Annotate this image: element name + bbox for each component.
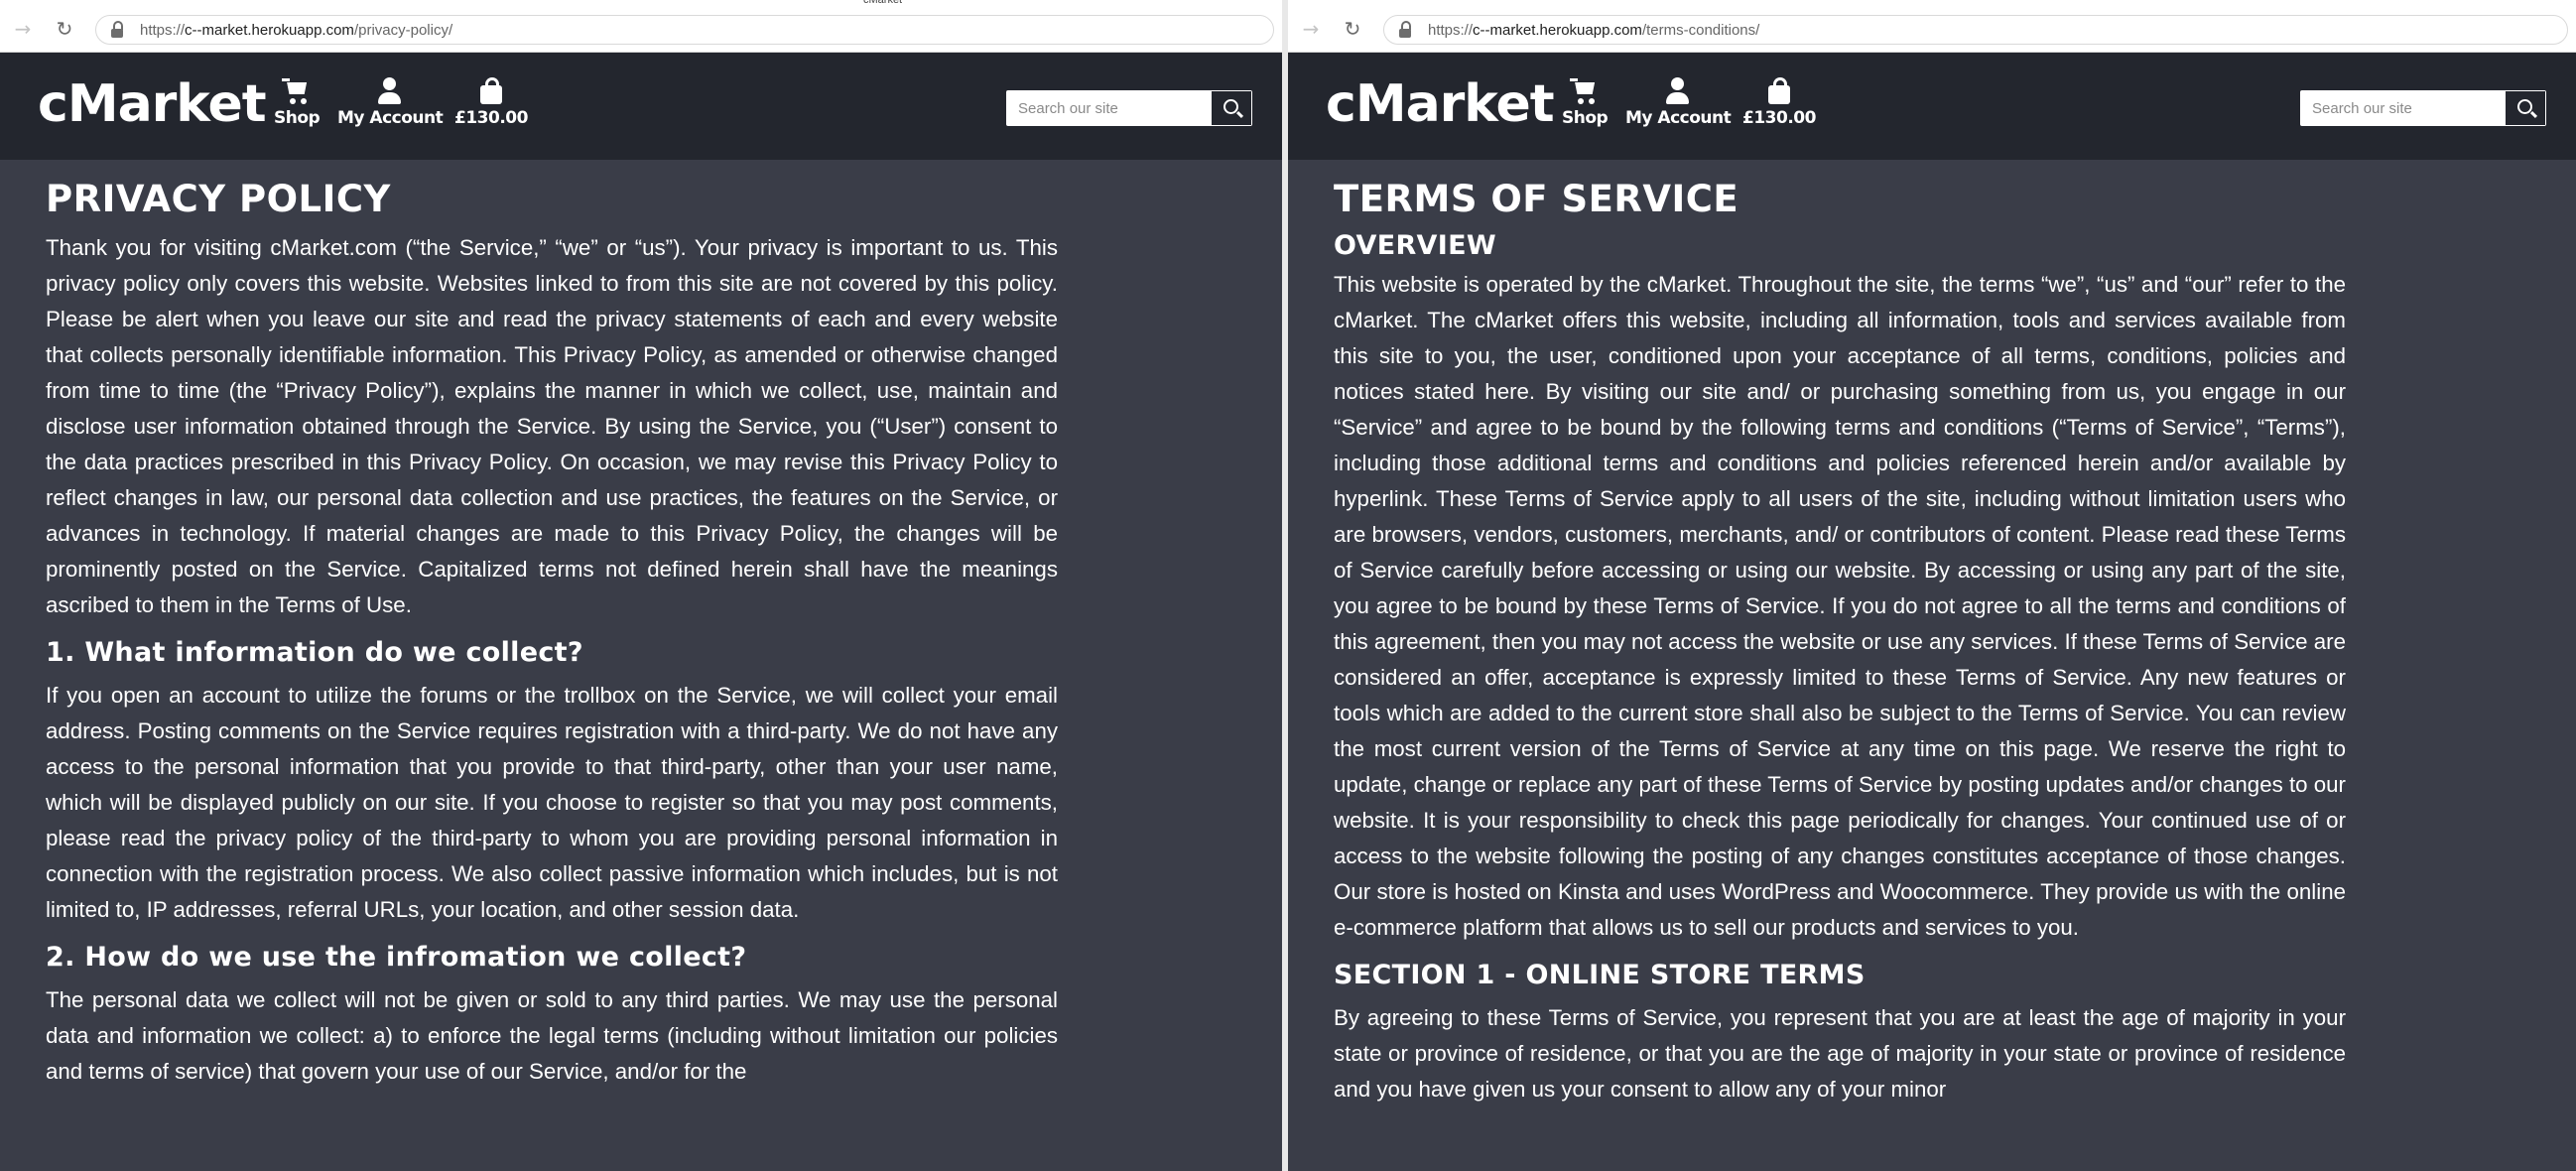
section-heading-online-store: SECTION 1 - ONLINE STORE TERMS xyxy=(1334,960,1866,990)
cart-icon xyxy=(1570,76,1600,106)
page-content: TERMS OF SERVICE OVERVIEW This website i… xyxy=(1288,160,2391,1107)
cart-total: £130.00 xyxy=(1742,108,1816,128)
nav-shop[interactable]: Shop xyxy=(274,76,321,128)
nav-shop-label: Shop xyxy=(274,108,321,128)
cart-total: £130.00 xyxy=(454,108,528,128)
browser-toolbar: → ↻ https://c--market.herokuapp.com/priv… xyxy=(0,8,1282,53)
nav-account-label: My Account xyxy=(1625,108,1732,128)
url-text: https://c--market.herokuapp.com/terms-co… xyxy=(1428,22,1760,39)
section-body-use: The personal data we collect will not be… xyxy=(46,987,1058,1084)
search-input[interactable] xyxy=(1006,90,1211,126)
site-search xyxy=(2300,90,2546,126)
address-bar[interactable]: https://c--market.herokuapp.com/privacy-… xyxy=(95,15,1274,45)
back-arrow-icon[interactable]: → xyxy=(1298,16,1324,42)
search-button[interactable] xyxy=(1212,91,1251,125)
cart-icon xyxy=(282,76,312,106)
site-search xyxy=(1006,90,1252,126)
section-heading-collect: 1. What information do we collect? xyxy=(46,637,583,668)
address-bar[interactable]: https://c--market.herokuapp.com/terms-co… xyxy=(1383,15,2568,45)
shopping-bag-icon xyxy=(476,76,506,106)
nav-cart[interactable]: £130.00 xyxy=(1742,76,1816,128)
nav-account-label: My Account xyxy=(337,108,444,128)
nav-shop-label: Shop xyxy=(1562,108,1609,128)
nav-my-account[interactable]: My Account xyxy=(1625,76,1732,128)
section-heading-use: 2. How do we use the infromation we coll… xyxy=(46,942,747,973)
section-body-collect: If you open an account to utilize the fo… xyxy=(46,683,1058,922)
page-title: PRIVACY POLICY xyxy=(46,178,391,220)
page-content: PRIVACY POLICY Thank you for visiting cM… xyxy=(0,160,1103,1090)
search-input[interactable] xyxy=(2300,90,2505,126)
overview-body: This website is operated by the cMarket.… xyxy=(1334,272,2346,940)
browser-window-privacy: → ↻ https://c--market.herokuapp.com/priv… xyxy=(0,8,1282,1171)
section-body-online-store: By agreeing to these Terms of Service, y… xyxy=(1334,1005,2346,1102)
reload-icon[interactable]: ↻ xyxy=(1340,16,1365,42)
reload-icon[interactable]: ↻ xyxy=(52,16,77,42)
site-header: cMarket Shop My Account £130.00 xyxy=(0,53,1282,160)
window-top-strip: cMarket xyxy=(0,0,2576,8)
site-logo[interactable]: cMarket xyxy=(1326,74,1555,134)
page-title: TERMS OF SERVICE xyxy=(1334,178,1739,220)
browser-window-terms: → ↻ https://c--market.herokuapp.com/term… xyxy=(1288,8,2576,1171)
privacy-intro: Thank you for visiting cMarket.com (“the… xyxy=(46,235,1058,617)
site-logo[interactable]: cMarket xyxy=(38,74,267,134)
overview-heading: OVERVIEW xyxy=(1334,230,1496,261)
lock-icon xyxy=(110,21,124,39)
search-button[interactable] xyxy=(2506,91,2545,125)
user-icon xyxy=(375,76,405,106)
site-header: cMarket Shop My Account £130.00 xyxy=(1288,53,2576,160)
lock-icon xyxy=(1398,21,1412,39)
nav-shop[interactable]: Shop xyxy=(1562,76,1609,128)
url-text: https://c--market.herokuapp.com/privacy-… xyxy=(140,22,453,39)
nav-cart[interactable]: £130.00 xyxy=(454,76,528,128)
nav-my-account[interactable]: My Account xyxy=(337,76,444,128)
shopping-bag-icon xyxy=(1764,76,1794,106)
window-title: cMarket xyxy=(863,0,903,6)
user-icon xyxy=(1663,76,1693,106)
browser-toolbar: → ↻ https://c--market.herokuapp.com/term… xyxy=(1288,8,2576,53)
back-arrow-icon[interactable]: → xyxy=(10,16,36,42)
